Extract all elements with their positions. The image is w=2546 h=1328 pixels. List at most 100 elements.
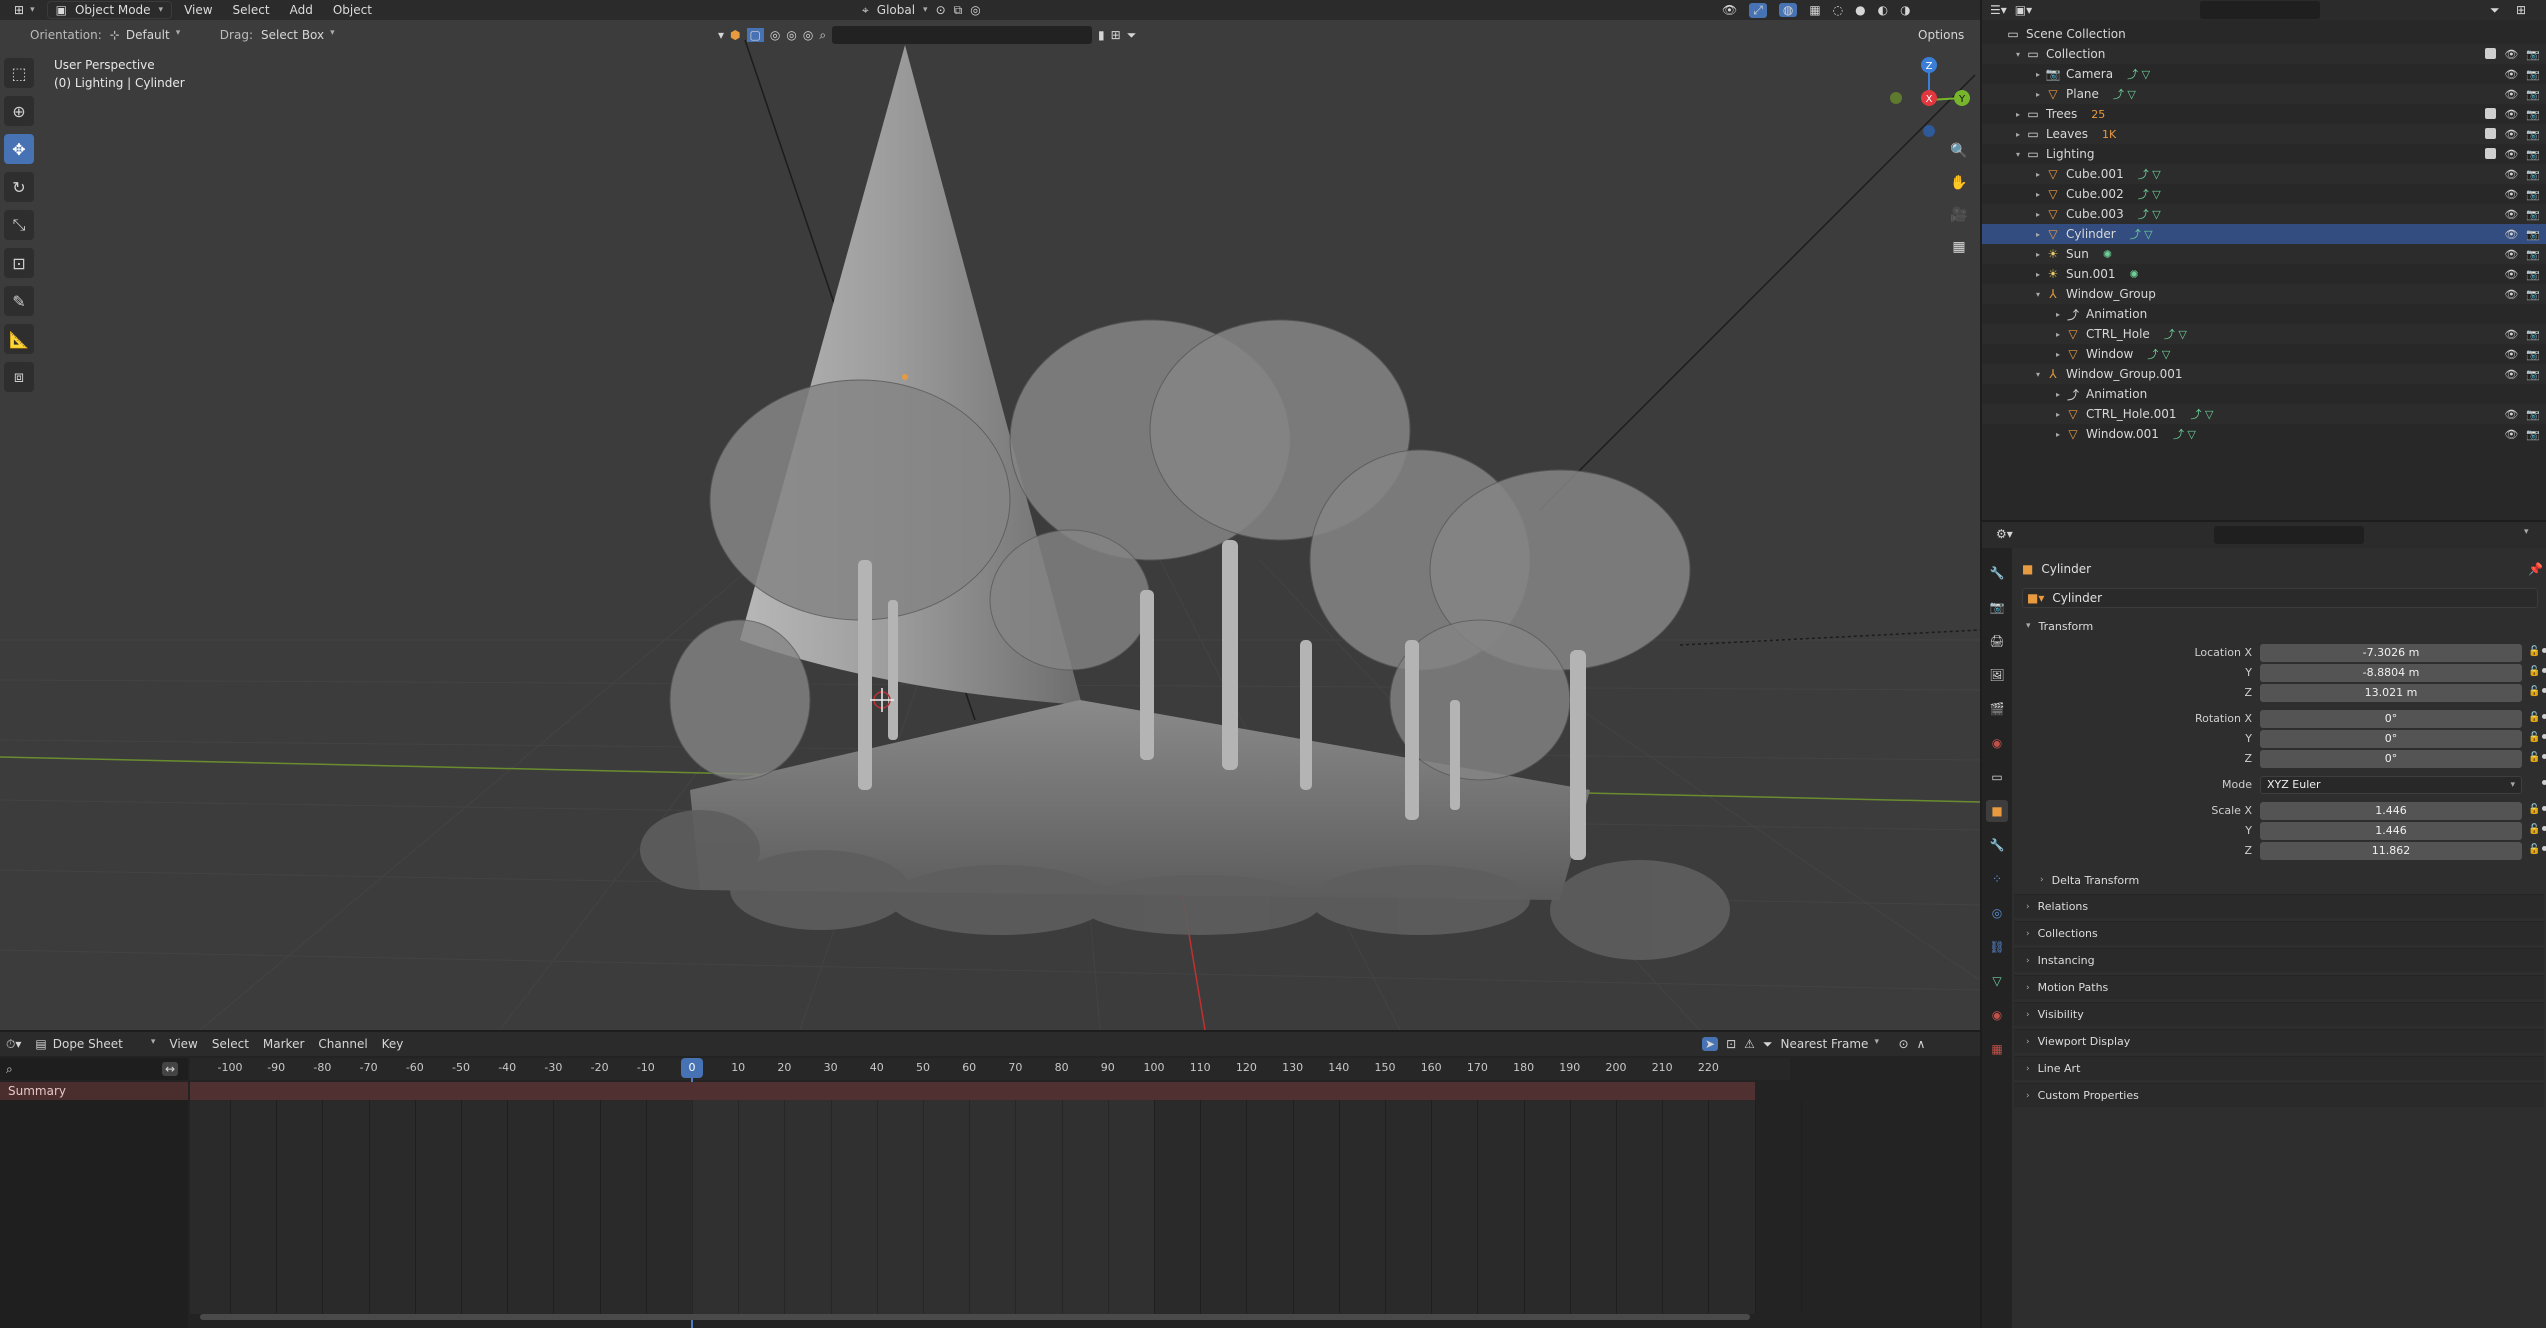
- eye-icon[interactable]: 👁: [2504, 228, 2518, 241]
- outliner-row[interactable]: ▸ ▽ CTRL_Hole.001 ⤴ ▽ 👁 📷: [1982, 404, 2546, 424]
- render-camera-icon[interactable]: 📷: [2526, 408, 2540, 421]
- navigation-gizmo[interactable]: Z Y X: [1884, 55, 1974, 145]
- menu-add[interactable]: Add: [282, 0, 321, 23]
- menu-select[interactable]: Select: [225, 0, 278, 23]
- keyframe-dot-icon[interactable]: [2542, 780, 2546, 785]
- eye-icon[interactable]: 👁: [2504, 128, 2518, 141]
- collection-tab-icon[interactable]: ▭: [1986, 766, 2008, 788]
- proportional-edit-icon[interactable]: ◎: [970, 3, 980, 17]
- render-camera-icon[interactable]: 📷: [2526, 288, 2540, 301]
- pivot-icon[interactable]: ⊙: [936, 3, 946, 17]
- expand-toggle-icon[interactable]: ▸: [2052, 310, 2064, 319]
- eye-icon[interactable]: 👁: [2504, 68, 2518, 81]
- outliner-row[interactable]: ▸ ▽ Plane ⤴ ▽ 👁 📷: [1982, 84, 2546, 104]
- panel-header-relations[interactable]: › Relations: [2014, 894, 2544, 918]
- expand-toggle-icon[interactable]: ▸: [2052, 430, 2064, 439]
- only-selected-icon[interactable]: ➤: [1702, 1037, 1719, 1051]
- eye-icon[interactable]: 👁: [2504, 268, 2518, 281]
- eye-icon[interactable]: 👁: [2504, 328, 2518, 341]
- scale-y-field[interactable]: 1.446: [2260, 822, 2522, 840]
- outliner-row[interactable]: ▾ ⅄ Window_Group.001 👁 📷: [1982, 364, 2546, 384]
- outliner-row[interactable]: ▸ ▭ Trees 25 👁 📷: [1982, 104, 2546, 124]
- eye-icon[interactable]: 👁: [2504, 348, 2518, 361]
- scale-icon[interactable]: ⤡: [4, 210, 34, 240]
- rotation-mode-dropdown[interactable]: XYZ Euler ▾: [2260, 776, 2522, 794]
- panel-header-collections[interactable]: › Collections: [2014, 921, 2544, 945]
- move-icon[interactable]: ✥: [4, 134, 34, 164]
- expand-toggle-icon[interactable]: ▸: [2032, 270, 2044, 279]
- location-y-field[interactable]: -8.8804 m: [2260, 664, 2522, 682]
- lock-icon[interactable]: 🔓: [2528, 752, 2540, 763]
- outliner-row[interactable]: ▸ ▽ Cube.003 ⤴ ▽ 👁 📷: [1982, 204, 2546, 224]
- keyframe-dot-icon[interactable]: [2542, 648, 2546, 653]
- outliner-row[interactable]: ▸ ▽ Cube.002 ⤴ ▽ 👁 📷: [1982, 184, 2546, 204]
- scale-x-field[interactable]: 1.446: [2260, 802, 2522, 820]
- select-mode-icon[interactable]: ▢: [746, 28, 764, 42]
- expand-toggle-icon[interactable]: ▸: [2032, 90, 2044, 99]
- data-tab-icon[interactable]: ▽: [1986, 970, 2008, 992]
- search-icon[interactable]: ⌕: [819, 28, 826, 43]
- ds-menu-select[interactable]: Select: [212, 1037, 249, 1051]
- lock-icon[interactable]: 🔓: [2528, 686, 2540, 697]
- render-camera-icon[interactable]: 📷: [2526, 348, 2540, 361]
- rotation-y-field[interactable]: 0°: [2260, 730, 2522, 748]
- outliner-row[interactable]: ▾ ▭ Lighting 👁 📷: [1982, 144, 2546, 164]
- object-types-icon[interactable]: ⬢: [730, 28, 740, 42]
- menu-object[interactable]: Object: [325, 0, 380, 23]
- keyframe-dot-icon[interactable]: [2542, 734, 2546, 739]
- transform-panel-header[interactable]: ▾ Transform: [2014, 614, 2544, 638]
- scale-z-field[interactable]: 11.862: [2260, 842, 2522, 860]
- render-camera-icon[interactable]: 📷: [2526, 108, 2540, 121]
- display-mode-icon[interactable]: ▣▾: [2015, 3, 2032, 17]
- eye-icon[interactable]: 👁: [2504, 248, 2518, 261]
- modifier-tab-icon[interactable]: 🔧: [1986, 834, 2008, 856]
- outliner-row[interactable]: ▸ ⤴ Animation: [1982, 384, 2546, 404]
- drag-dropdown[interactable]: Select Box ▾: [261, 28, 335, 42]
- delta-transform-subpanel[interactable]: › Delta Transform: [2014, 868, 2544, 892]
- lock-icon[interactable]: 🔓: [2528, 712, 2540, 723]
- rotation-x-field[interactable]: 0°: [2260, 710, 2522, 728]
- 3d-viewport[interactable]: ⊞ ▾ ▣ Object Mode ▾ View Select Add Objec…: [0, 0, 1980, 1030]
- camera-view-icon[interactable]: 🎥: [1948, 204, 1970, 226]
- outliner-row[interactable]: ▸ ▽ Window.001 ⤴ ▽ 👁 📷: [1982, 424, 2546, 444]
- annotate-icon[interactable]: ✎: [4, 286, 34, 316]
- horizontal-scrollbar[interactable]: [200, 1314, 1750, 1320]
- particles-tab-icon[interactable]: ⁘: [1986, 868, 2008, 890]
- expand-toggle-icon[interactable]: ▸: [2032, 230, 2044, 239]
- ds-menu-channel[interactable]: Channel: [318, 1037, 367, 1051]
- tool-tab-icon[interactable]: 🔧: [1986, 562, 2008, 584]
- add-cube-icon[interactable]: ⧈: [4, 362, 34, 392]
- lock-icon[interactable]: 🔓: [2528, 844, 2540, 855]
- expand-toggle-icon[interactable]: ▸: [2052, 330, 2064, 339]
- lock-icon[interactable]: 🔓: [2528, 732, 2540, 743]
- expand-toggle-icon[interactable]: ▸: [2012, 130, 2024, 139]
- outliner-row[interactable]: ▸ ⤴ Animation: [1982, 304, 2546, 324]
- render-camera-icon[interactable]: 📷: [2526, 208, 2540, 221]
- exclude-checkbox[interactable]: [2485, 147, 2497, 159]
- exclude-checkbox[interactable]: [2485, 47, 2497, 59]
- lock-icon[interactable]: 🔓: [2528, 646, 2540, 657]
- panel-header-custom-properties[interactable]: › Custom Properties: [2014, 1083, 2544, 1107]
- layout-icon[interactable]: ⊞: [1111, 28, 1121, 42]
- exclude-checkbox[interactable]: [2485, 127, 2497, 139]
- expand-toggle-icon[interactable]: ▸: [2032, 250, 2044, 259]
- pan-hand-icon[interactable]: ✋: [1948, 172, 1970, 194]
- lock-icon[interactable]: 🔓: [2528, 666, 2540, 677]
- eye-icon[interactable]: 👁: [2504, 148, 2518, 161]
- perspective-toggle-icon[interactable]: ▦: [1948, 236, 1970, 258]
- view-layer-tab-icon[interactable]: 🖼: [1986, 664, 2008, 686]
- bookmark-icon[interactable]: ▮: [1098, 28, 1105, 42]
- outliner-row[interactable]: ▸ ☀ Sun ✺ 👁 📷: [1982, 244, 2546, 264]
- measure-icon[interactable]: 📐: [4, 324, 34, 354]
- outliner-row[interactable]: ▸ ▽ CTRL_Hole ⤴ ▽ 👁 📷: [1982, 324, 2546, 344]
- frame-ruler[interactable]: -100 -90 -80 -70 -60 -50 -40 -30 -20 -10 10 20 30 40 5…: [190, 1058, 1790, 1080]
- expand-toggle-icon[interactable]: ▸: [2012, 110, 2024, 119]
- outliner-row[interactable]: ▸ ▽ Window ⤴ ▽ 👁 📷: [1982, 344, 2546, 364]
- transform-icon[interactable]: ⊡: [4, 248, 34, 278]
- shading-rendered-icon[interactable]: ◑: [1900, 3, 1910, 17]
- visibility-icon[interactable]: 👁: [1722, 3, 1737, 17]
- shading-ball-icon-2[interactable]: ◎: [786, 28, 796, 42]
- material-tab-icon[interactable]: ◉: [1986, 1004, 2008, 1026]
- texture-tab-icon[interactable]: ▦: [1986, 1038, 2008, 1060]
- filter-funnel-icon[interactable]: ⏷: [1763, 1037, 1773, 1052]
